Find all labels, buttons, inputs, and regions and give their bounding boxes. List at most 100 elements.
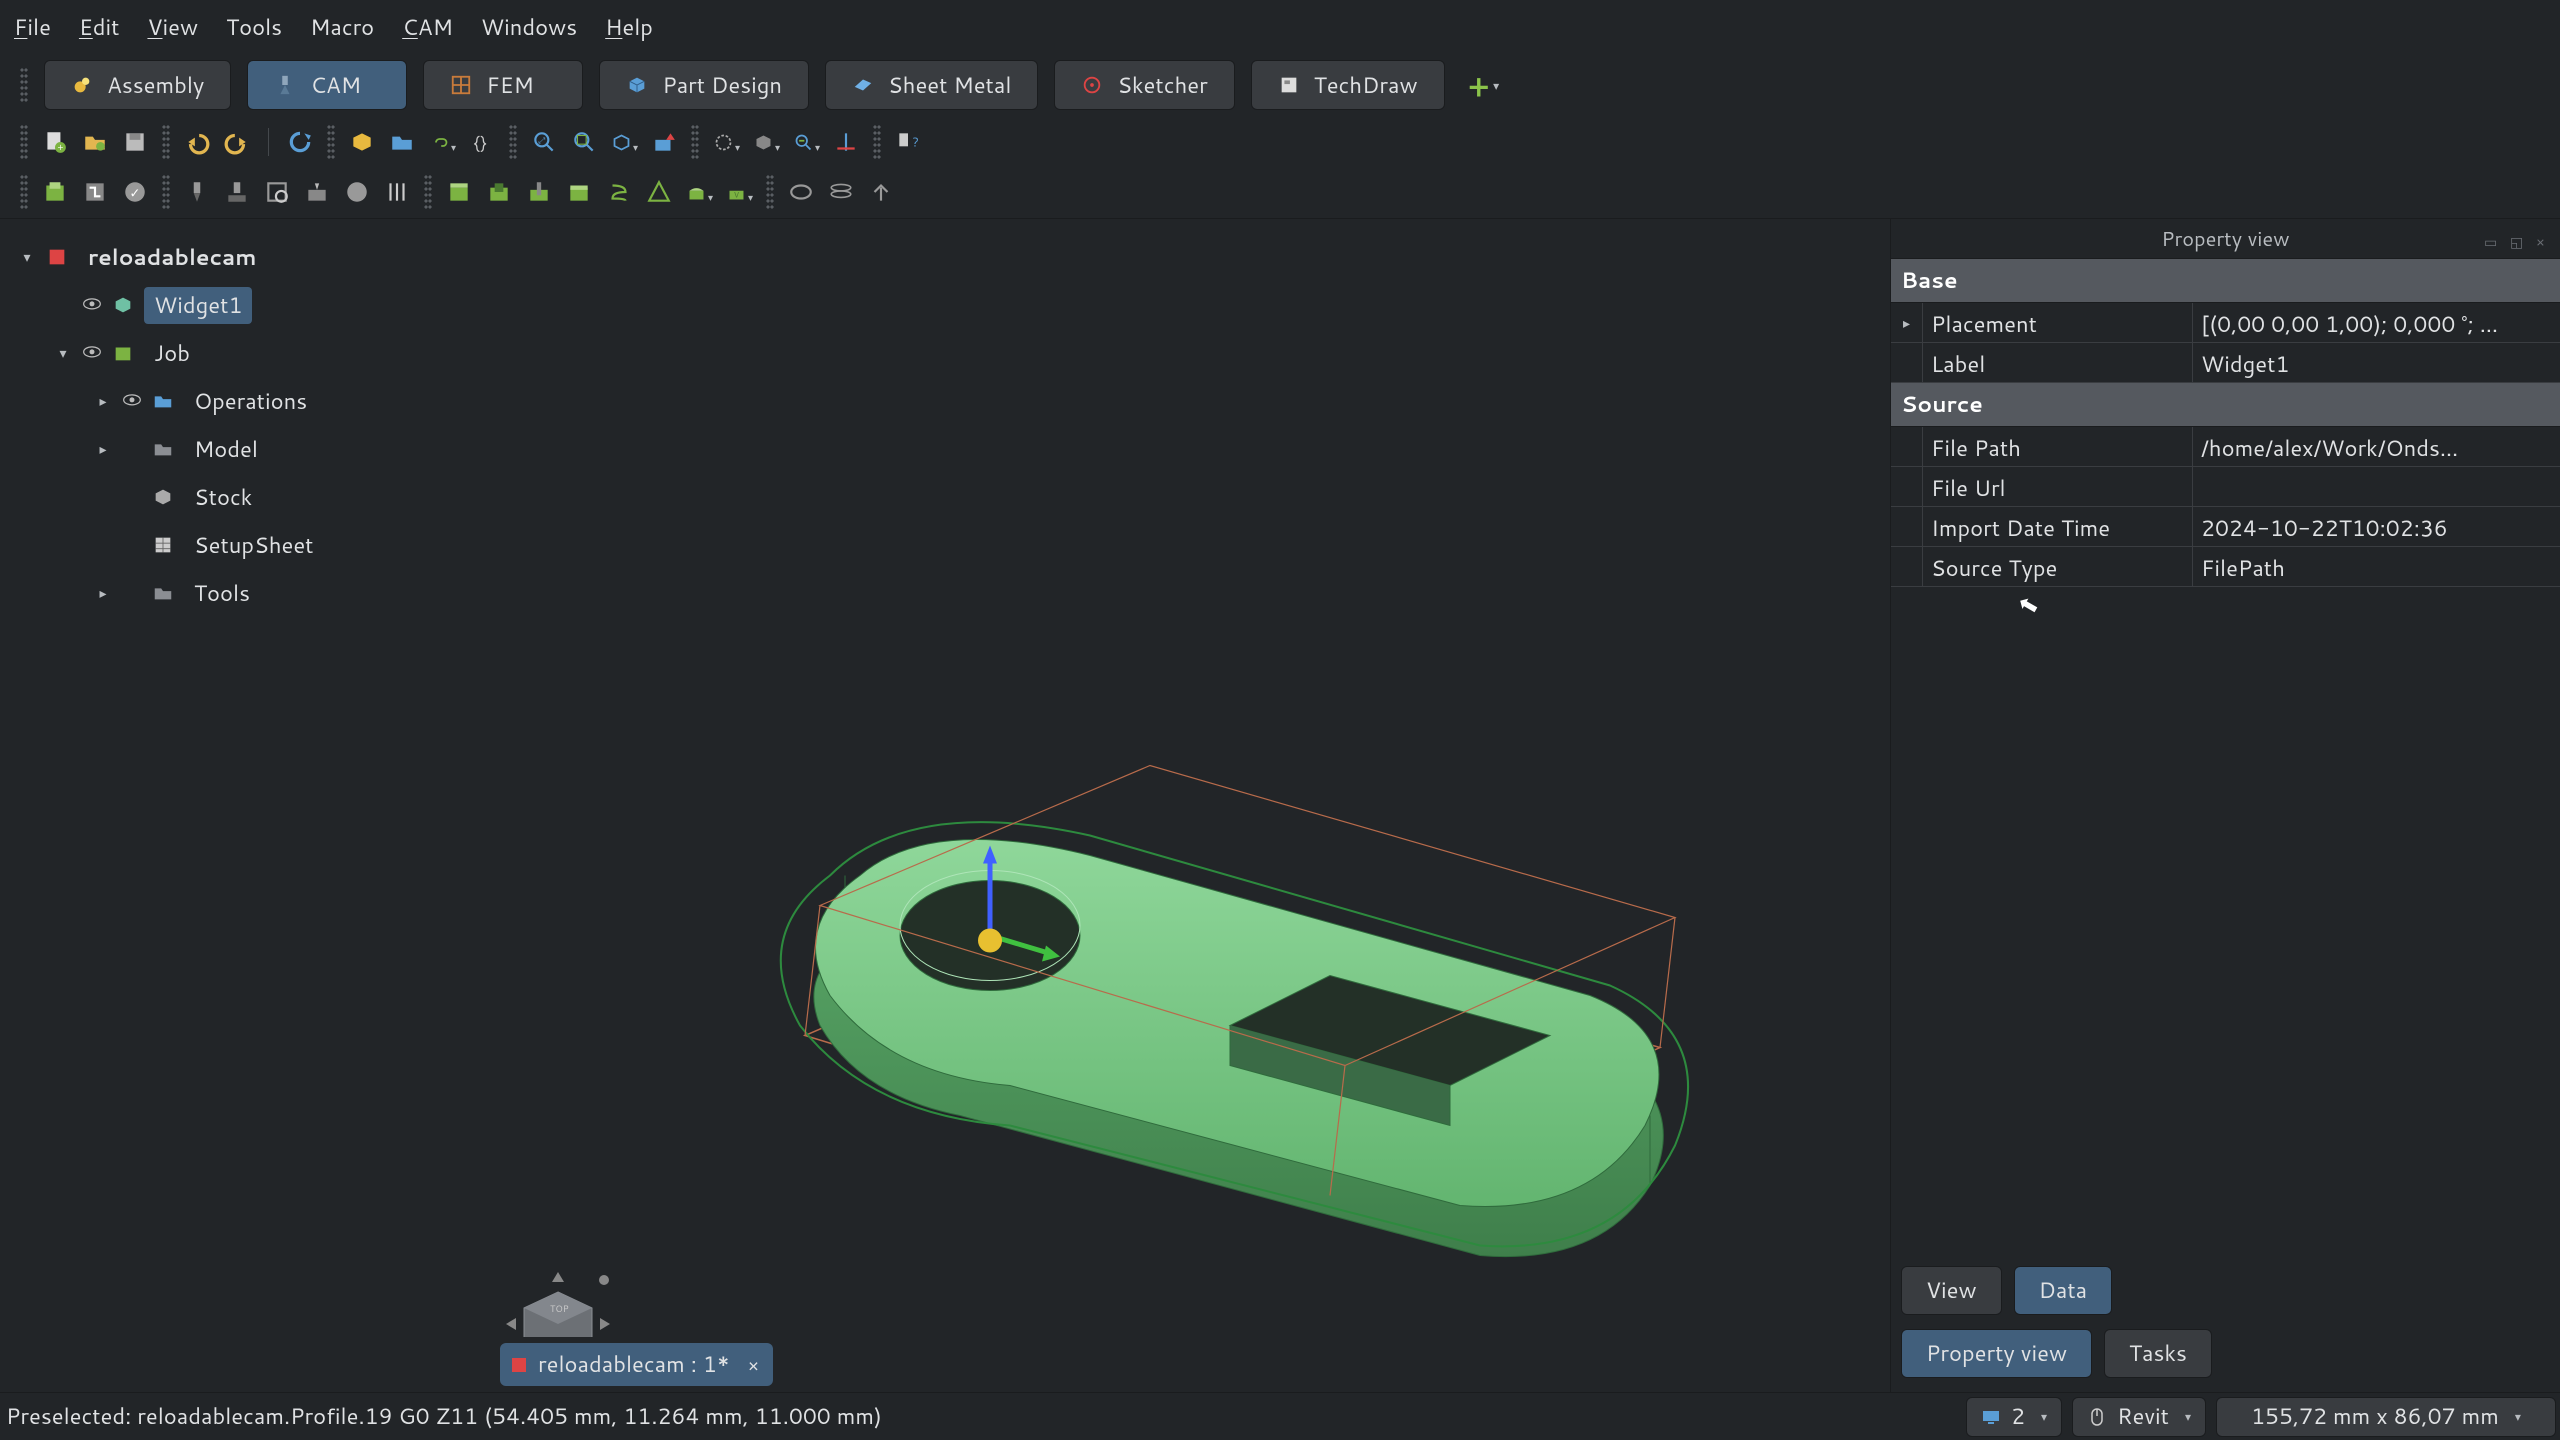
folder-icon[interactable] (389, 129, 415, 155)
tree-root[interactable]: ▾ reloadablecam (0, 233, 490, 281)
cam-drilling-icon[interactable] (526, 179, 552, 205)
varset-icon[interactable]: {} (469, 129, 495, 155)
toolbar-grip-icon[interactable] (20, 174, 28, 210)
cam-slot-icon[interactable] (686, 179, 712, 205)
expand-icon[interactable]: ▸ (94, 439, 112, 459)
whatsthis-icon[interactable]: ? (895, 129, 921, 155)
visibility-icon[interactable] (82, 346, 102, 360)
property-row[interactable]: Import Date Time 2024-10-22T10:02:36 (1891, 507, 2560, 547)
wb-tab-part-design[interactable]: Part Design (599, 60, 809, 110)
menu-help[interactable]: Help (605, 12, 653, 43)
tree-item-stock[interactable]: Stock (0, 473, 490, 521)
property-row[interactable]: File Url (1891, 467, 2560, 507)
collapse-icon[interactable]: ▾ (18, 247, 36, 267)
refresh-icon[interactable] (287, 129, 313, 155)
link-icon[interactable] (429, 129, 455, 155)
property-row[interactable]: Source Type FilePath (1891, 547, 2560, 587)
cam-inspect-icon[interactable] (264, 179, 290, 205)
redo-icon[interactable] (224, 129, 250, 155)
expand-icon[interactable]: ▸ (1891, 303, 1923, 342)
wb-tab-assembly[interactable]: Assembly (44, 60, 231, 110)
cam-face-icon[interactable] (566, 179, 592, 205)
collapse-icon[interactable]: ▾ (54, 343, 72, 363)
cam-adaptive-icon[interactable] (646, 179, 672, 205)
cam-simulate-gl-icon[interactable] (344, 179, 370, 205)
viewport-3d[interactable]: ⬉ FRONT TOP (490, 219, 1890, 1392)
toolbar-grip-icon[interactable] (691, 124, 699, 160)
cam-array-icon[interactable] (828, 179, 854, 205)
part-display-icon[interactable] (753, 129, 779, 155)
zoom-selection-icon[interactable] (571, 129, 597, 155)
property-value[interactable]: Widget1 (2193, 343, 2560, 382)
close-icon[interactable]: × (748, 1352, 759, 1378)
toolbar-grip-icon[interactable] (327, 124, 335, 160)
status-screens[interactable]: 2 ▾ (1966, 1397, 2062, 1437)
expand-icon[interactable]: ▸ (94, 583, 112, 603)
zoom-fit-icon[interactable]: ⤢ (531, 129, 557, 155)
property-row[interactable]: Label Widget1 (1891, 343, 2560, 383)
toolbar-grip-icon[interactable] (162, 124, 170, 160)
cam-simulator-icon[interactable] (304, 179, 330, 205)
tab-tasks[interactable]: Tasks (2104, 1329, 2212, 1378)
visibility-icon[interactable] (122, 394, 142, 408)
cam-engrave-icon[interactable]: V (726, 179, 752, 205)
menu-edit[interactable]: Edit (79, 12, 120, 43)
panel-close-icon[interactable]: × (2536, 232, 2554, 246)
tree-item-tools[interactable]: ▸ Tools (0, 569, 490, 617)
property-value[interactable]: [(0,00 0,00 1,00); 0,000 °; … (2193, 303, 2560, 342)
measure-icon[interactable] (793, 129, 819, 155)
status-nav-style[interactable]: Revit ▾ (2072, 1397, 2206, 1437)
property-row[interactable]: File Path /home/alex/Work/Onds… (1891, 427, 2560, 467)
panel-min-icon[interactable]: ▭ (2484, 232, 2502, 246)
property-value[interactable]: /home/alex/Work/Onds… (2193, 427, 2560, 466)
workbench-add-button[interactable]: + ▾ (1469, 64, 1500, 107)
cam-helix-icon[interactable] (606, 179, 632, 205)
cam-comment-icon[interactable] (868, 179, 894, 205)
cam-tooltable-icon[interactable] (224, 179, 250, 205)
tab-property-view[interactable]: Property view (1901, 1329, 2092, 1378)
undo-icon[interactable] (184, 129, 210, 155)
property-row[interactable]: ▸ Placement [(0,00 0,00 1,00); 0,000 °; … (1891, 303, 2560, 343)
cam-profile-icon[interactable] (446, 179, 472, 205)
wb-tab-fem[interactable]: FEM (423, 60, 583, 110)
cam-job-icon[interactable] (42, 179, 68, 205)
visibility-icon[interactable] (82, 298, 102, 312)
cam-finish-icon[interactable] (384, 179, 410, 205)
wb-tab-sheet-metal[interactable]: Sheet Metal (825, 60, 1038, 110)
open-file-icon[interactable] (82, 129, 108, 155)
property-value[interactable] (2193, 467, 2560, 506)
menu-cam[interactable]: CAM (402, 12, 453, 43)
wb-tab-techdraw[interactable]: TechDraw (1251, 60, 1445, 110)
menu-tools[interactable]: Tools (226, 12, 282, 43)
status-dimensions[interactable]: 155,72 mm x 86,07 mm ▾ (2216, 1397, 2556, 1437)
toolbar-grip-icon[interactable] (162, 174, 170, 210)
property-value[interactable]: 2024-10-22T10:02:36 (2193, 507, 2560, 546)
document-tab[interactable]: reloadablecam : 1* × (500, 1343, 773, 1386)
toolbar-grip-icon[interactable] (509, 124, 517, 160)
menu-macro[interactable]: Macro (310, 12, 374, 43)
cam-postprocess-icon[interactable] (82, 179, 108, 205)
property-value[interactable]: FilePath (2193, 547, 2560, 586)
axis-icon[interactable] (833, 129, 859, 155)
menu-view[interactable]: View (147, 12, 198, 43)
tab-view[interactable]: View (1901, 1266, 2002, 1315)
cam-toolbit-icon[interactable] (184, 179, 210, 205)
panel-float-icon[interactable]: ◱ (2510, 232, 2528, 246)
cam-boundary-icon[interactable] (788, 179, 814, 205)
new-file-icon[interactable]: + (42, 129, 68, 155)
expand-icon[interactable]: ▸ (94, 391, 112, 411)
view-cube-icon[interactable] (611, 129, 637, 155)
wb-tab-sketcher[interactable]: Sketcher (1054, 60, 1234, 110)
box-icon[interactable] (349, 129, 375, 155)
draw-style-icon[interactable] (713, 129, 739, 155)
toolbar-grip-icon[interactable] (20, 124, 28, 160)
tree-item-operations[interactable]: ▸ Operations (0, 377, 490, 425)
menu-file[interactable]: File (14, 12, 51, 43)
tree-item-setupsheet[interactable]: SetupSheet (0, 521, 490, 569)
tree-item-widget[interactable]: Widget1 (0, 281, 490, 329)
cam-pocket-icon[interactable] (486, 179, 512, 205)
tab-data[interactable]: Data (2014, 1266, 2113, 1315)
toolbar-grip-icon[interactable] (20, 67, 28, 103)
menu-windows[interactable]: Windows (481, 12, 577, 43)
tree-item-model[interactable]: ▸ Model (0, 425, 490, 473)
